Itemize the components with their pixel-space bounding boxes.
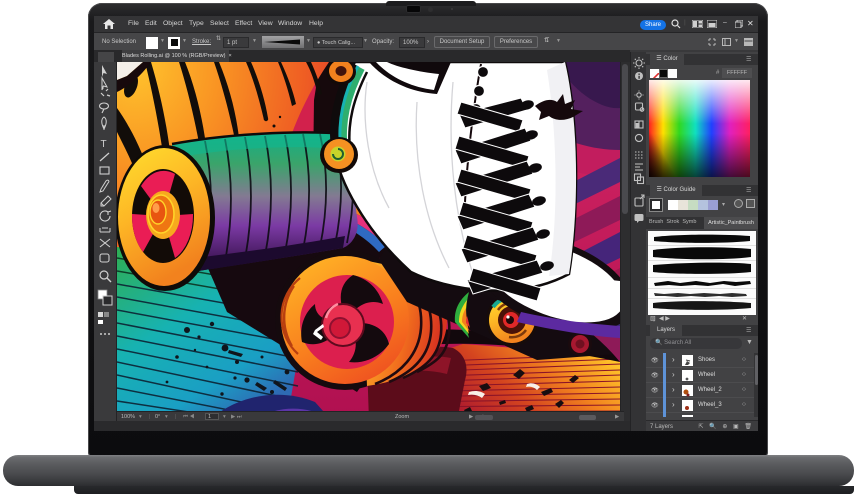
svg-text:T: T [101, 139, 107, 150]
